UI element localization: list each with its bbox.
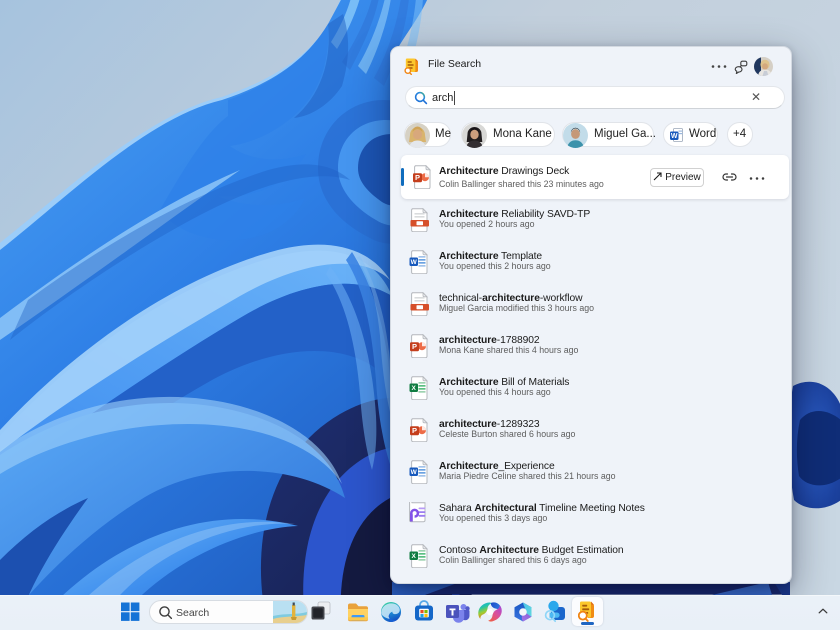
svg-text:P: P <box>412 342 417 351</box>
svg-text:W: W <box>671 133 678 140</box>
svg-text:P: P <box>415 173 420 182</box>
svg-text:W: W <box>411 469 418 476</box>
svg-text:W: W <box>411 259 418 266</box>
svg-text:X: X <box>412 385 417 392</box>
svg-text:X: X <box>412 553 417 560</box>
svg-text:P: P <box>412 426 417 435</box>
